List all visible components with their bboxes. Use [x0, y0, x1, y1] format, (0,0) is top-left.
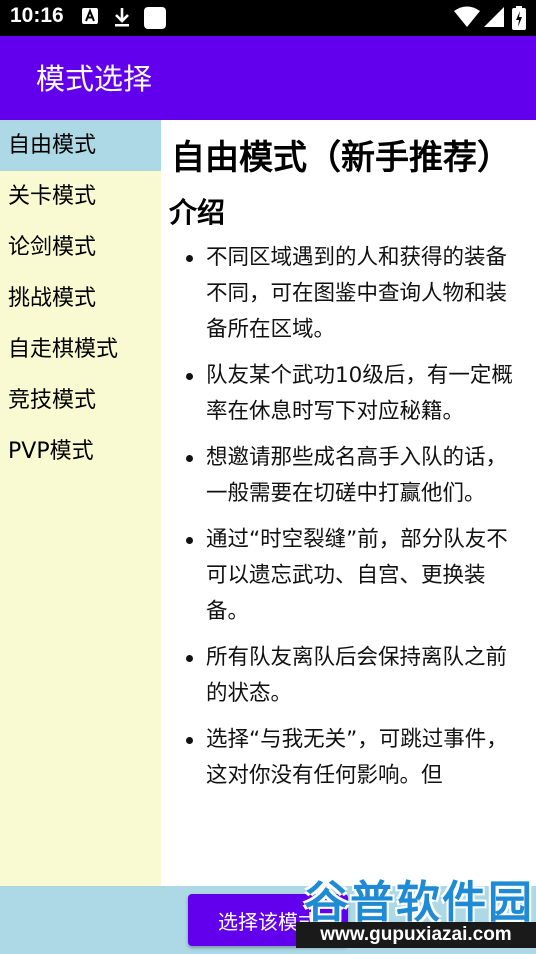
list-item: 通过“时空裂缝”前，部分队友不可以遗忘武功、自宫、更换装备。 [186, 522, 524, 630]
sidebar-item-pvp-mode[interactable]: PVP模式 [0, 426, 161, 477]
sidebar-item-label: 关卡模式 [8, 184, 97, 209]
blank-app-icon [144, 7, 166, 29]
sidebar-item-free-mode[interactable]: 自由模式 [0, 120, 161, 171]
list-item: 不同区域遇到的人和获得的装备不同，可在图鉴中查询人物和装备所在区域。 [186, 240, 524, 348]
status-time: 10:16 [10, 4, 64, 27]
sidebar-item-arena-mode[interactable]: 竞技模式 [0, 375, 161, 426]
watermark: 谷普软件园 www.gupuxiazai.com [296, 866, 536, 948]
intro-heading: 介绍 [169, 196, 226, 229]
sidebar-item-label: 竞技模式 [8, 388, 97, 413]
sidebar-item-label: 自走棋模式 [8, 337, 119, 362]
list-item: 队友某个武功10级后，有一定概率在休息时写下对应秘籍。 [186, 358, 524, 430]
sidebar-item-level-mode[interactable]: 关卡模式 [0, 171, 161, 222]
list-item: 选择“与我无关”，可跳过事件，这对你没有任何影响。但 [186, 722, 524, 794]
tips-list: 不同区域遇到的人和获得的装备不同，可在图鉴中查询人物和装备所在区域。 队友某个武… [161, 240, 536, 794]
list-item: 想邀请那些成名高手入队的话，一般需要在切磋中打赢他们。 [186, 440, 524, 512]
watermark-url: www.gupuxiazai.com [296, 922, 536, 948]
signal-icon [484, 7, 504, 27]
watermark-brand: 谷普软件园 [304, 877, 534, 928]
app-bar: 模式选择 [0, 36, 536, 120]
sidebar-item-label: 挑战模式 [8, 286, 97, 311]
mode-sidebar: 自由模式 关卡模式 论剑模式 挑战模式 自走棋模式 竞技模式 PVP模式 [0, 120, 161, 886]
battery-icon [512, 6, 526, 30]
app-bar-title: 模式选择 [36, 62, 153, 96]
sidebar-item-auto-chess-mode[interactable]: 自走棋模式 [0, 324, 161, 375]
wifi-icon [454, 6, 480, 27]
sidebar-item-label: 论剑模式 [8, 235, 97, 260]
sidebar-item-label: PVP模式 [8, 439, 94, 464]
list-item: 所有队友离队后会保持离队之前的状态。 [186, 640, 524, 712]
status-bar: 10:16 [0, 0, 536, 36]
sidebar-item-label: 自由模式 [8, 133, 97, 158]
mode-description-panel[interactable]: 自由模式（新手推荐） 介绍 不同区域遇到的人和获得的装备不同，可在图鉴中查询人物… [161, 120, 536, 886]
mode-title: 自由模式（新手推荐） [171, 138, 511, 178]
sidebar-item-sword-mode[interactable]: 论剑模式 [0, 222, 161, 273]
download-icon [115, 8, 129, 27]
a-app-icon [82, 8, 98, 24]
sidebar-item-challenge-mode[interactable]: 挑战模式 [0, 273, 161, 324]
